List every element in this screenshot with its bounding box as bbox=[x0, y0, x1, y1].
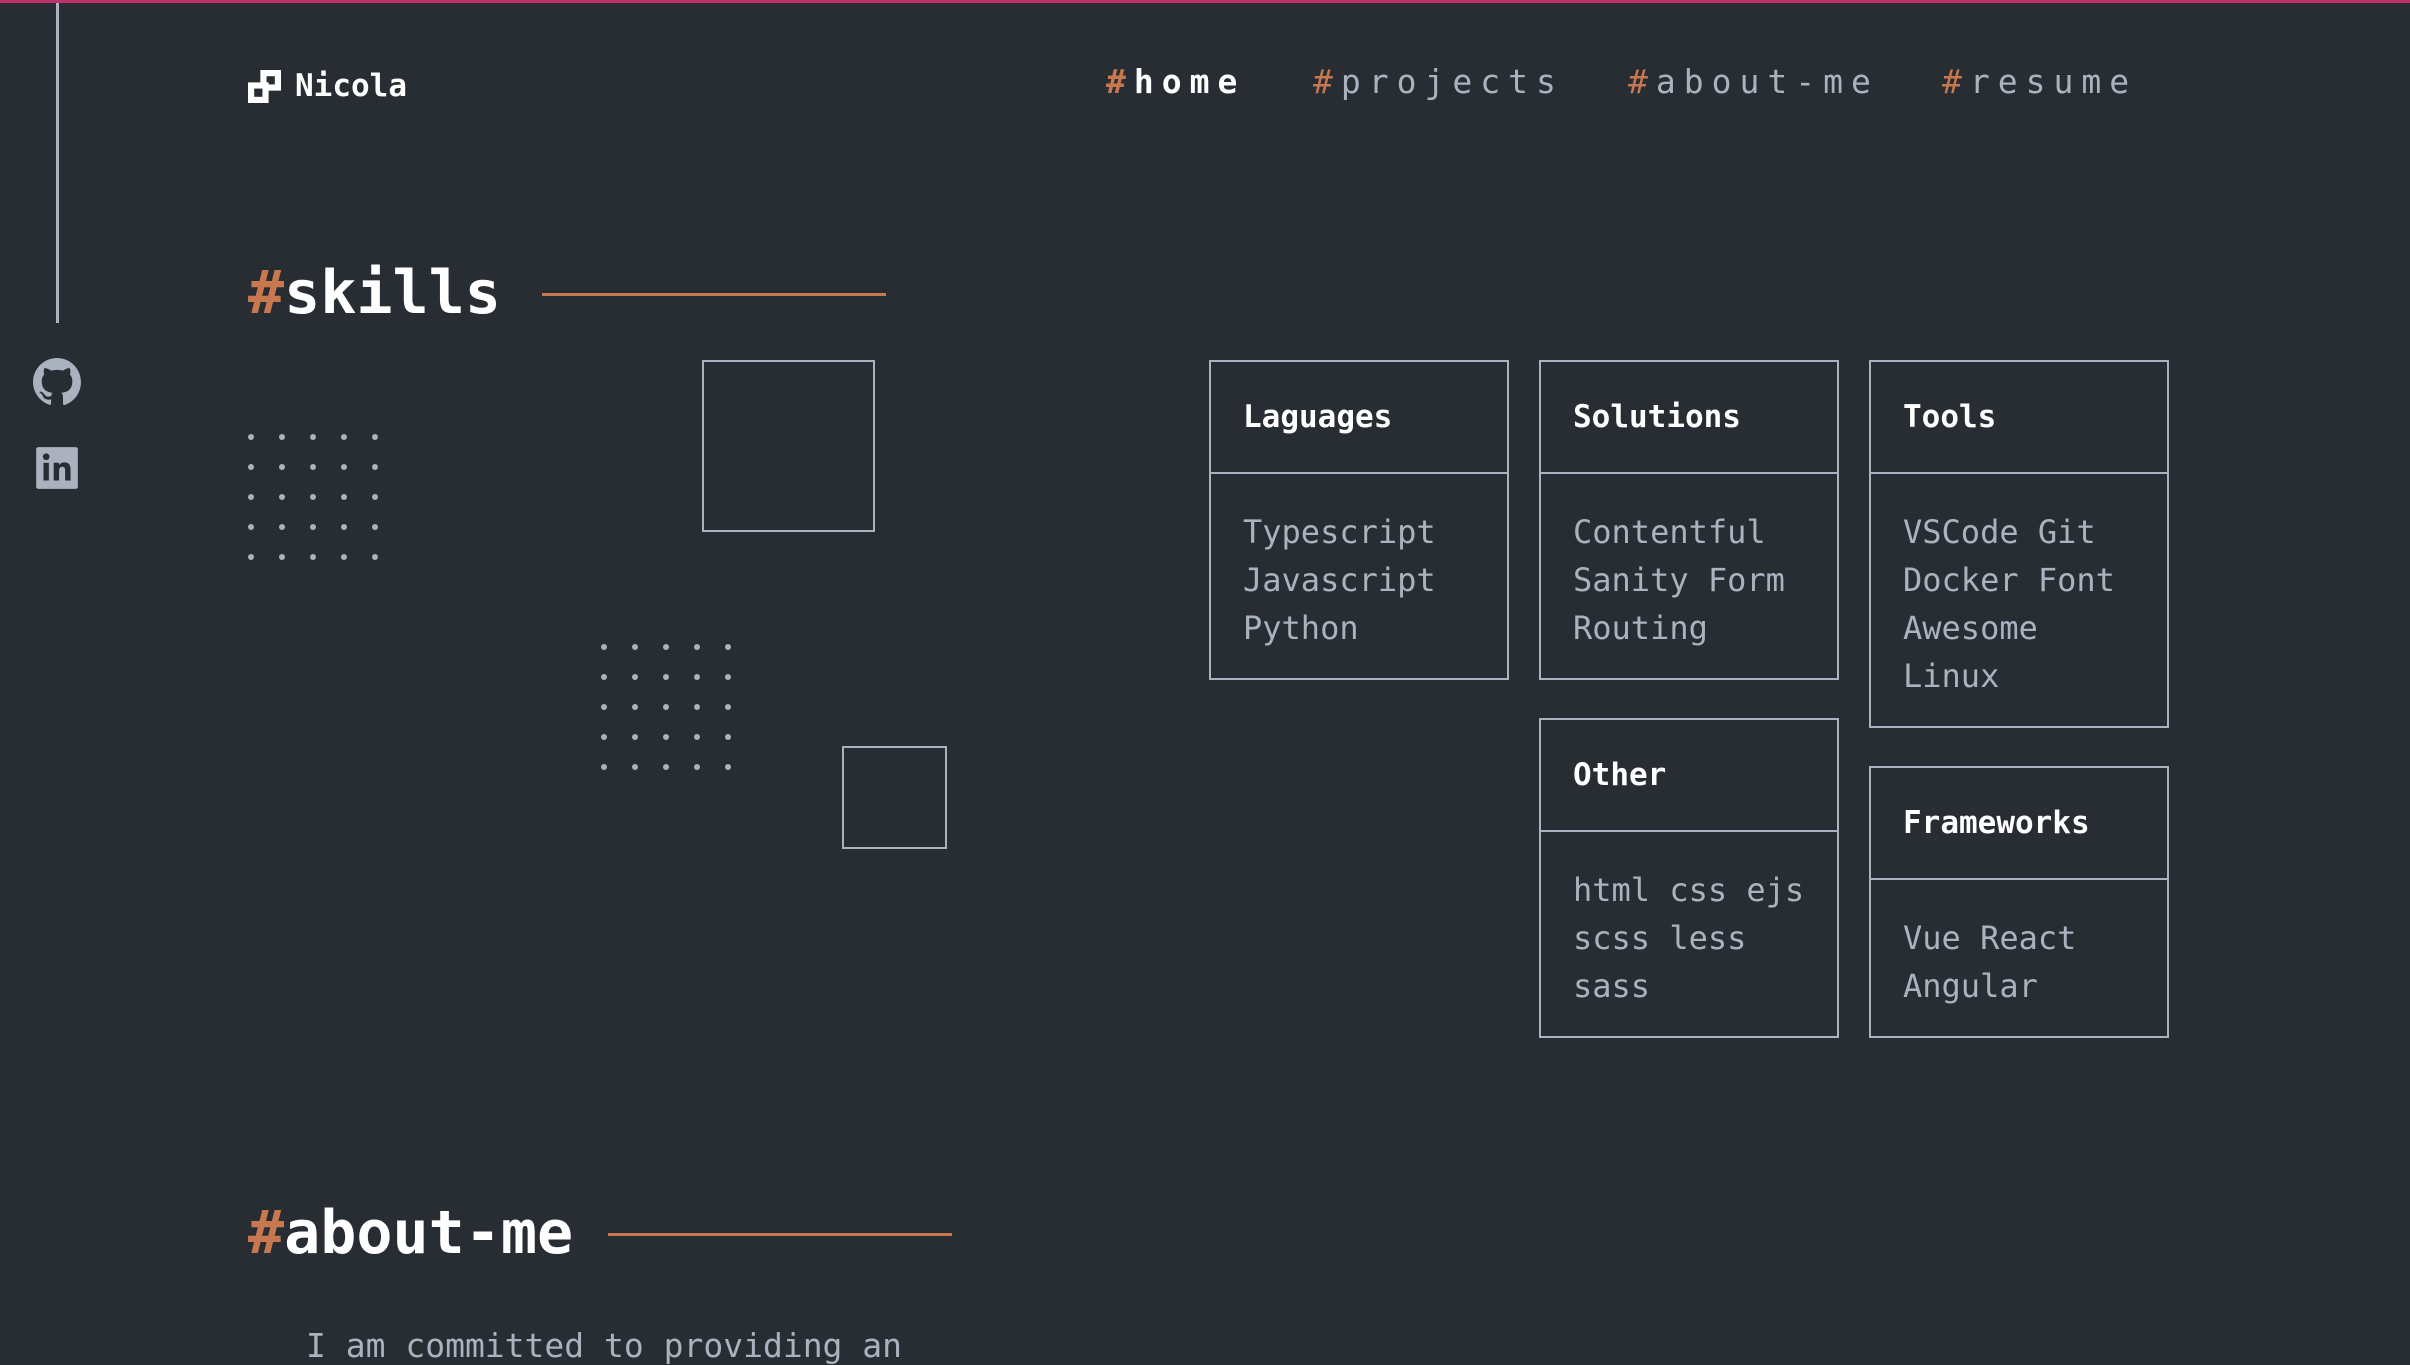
dot-grid-decoration bbox=[248, 434, 378, 560]
nav-home[interactable]: #home bbox=[1106, 62, 1245, 101]
logo[interactable]: Nicola bbox=[248, 68, 407, 104]
skill-card-title: Frameworks bbox=[1871, 768, 2167, 880]
sidebar-vertical-line bbox=[56, 3, 59, 323]
skill-card-title: Tools bbox=[1871, 362, 2167, 474]
skill-card-tools: Tools VSCode Git Docker Font Awesome Lin… bbox=[1869, 360, 2169, 728]
nav-projects[interactable]: #projects bbox=[1313, 62, 1564, 101]
skill-card-list: Vue React Angular bbox=[1903, 919, 2077, 1005]
logo-icon bbox=[248, 69, 281, 103]
square-decoration bbox=[842, 746, 947, 849]
skill-card-title: Laguages bbox=[1211, 362, 1507, 474]
github-link[interactable] bbox=[32, 357, 82, 407]
nav-about-me[interactable]: #about-me bbox=[1628, 62, 1879, 101]
skill-card-title: Solutions bbox=[1541, 362, 1837, 474]
logo-name: Nicola bbox=[295, 68, 407, 104]
top-accent-bar bbox=[0, 0, 2410, 3]
dot-grid-decoration bbox=[601, 644, 731, 770]
skill-card-list: Contentful Sanity Form Routing bbox=[1573, 513, 1785, 647]
skills-title-line bbox=[542, 293, 886, 296]
about-me-title: #about-me bbox=[248, 1198, 574, 1268]
about-me-text: I am committed to providing an bbox=[306, 1326, 903, 1365]
skill-card-title: Other bbox=[1541, 720, 1837, 832]
square-decoration bbox=[702, 360, 875, 532]
skill-card-solutions: Solutions Contentful Sanity Form Routing bbox=[1539, 360, 1839, 680]
skill-card-languages: Laguages Typescript Javascript Python bbox=[1209, 360, 1509, 680]
skills-title: #skills bbox=[248, 258, 501, 328]
linkedin-icon bbox=[36, 447, 78, 489]
about-me-title-line bbox=[608, 1233, 952, 1236]
linkedin-link[interactable] bbox=[32, 443, 82, 493]
nav-resume[interactable]: #resume bbox=[1942, 62, 2137, 101]
github-icon bbox=[33, 358, 81, 406]
skill-card-list: VSCode Git Docker Font Awesome Linux bbox=[1903, 513, 2115, 695]
skill-card-frameworks: Frameworks Vue React Angular bbox=[1869, 766, 2169, 1038]
skill-card-list: Typescript Javascript Python bbox=[1243, 513, 1436, 647]
skill-card-other: Other html css ejs scss less sass bbox=[1539, 718, 1839, 1038]
skill-card-list: html css ejs scss less sass bbox=[1573, 871, 1805, 1005]
